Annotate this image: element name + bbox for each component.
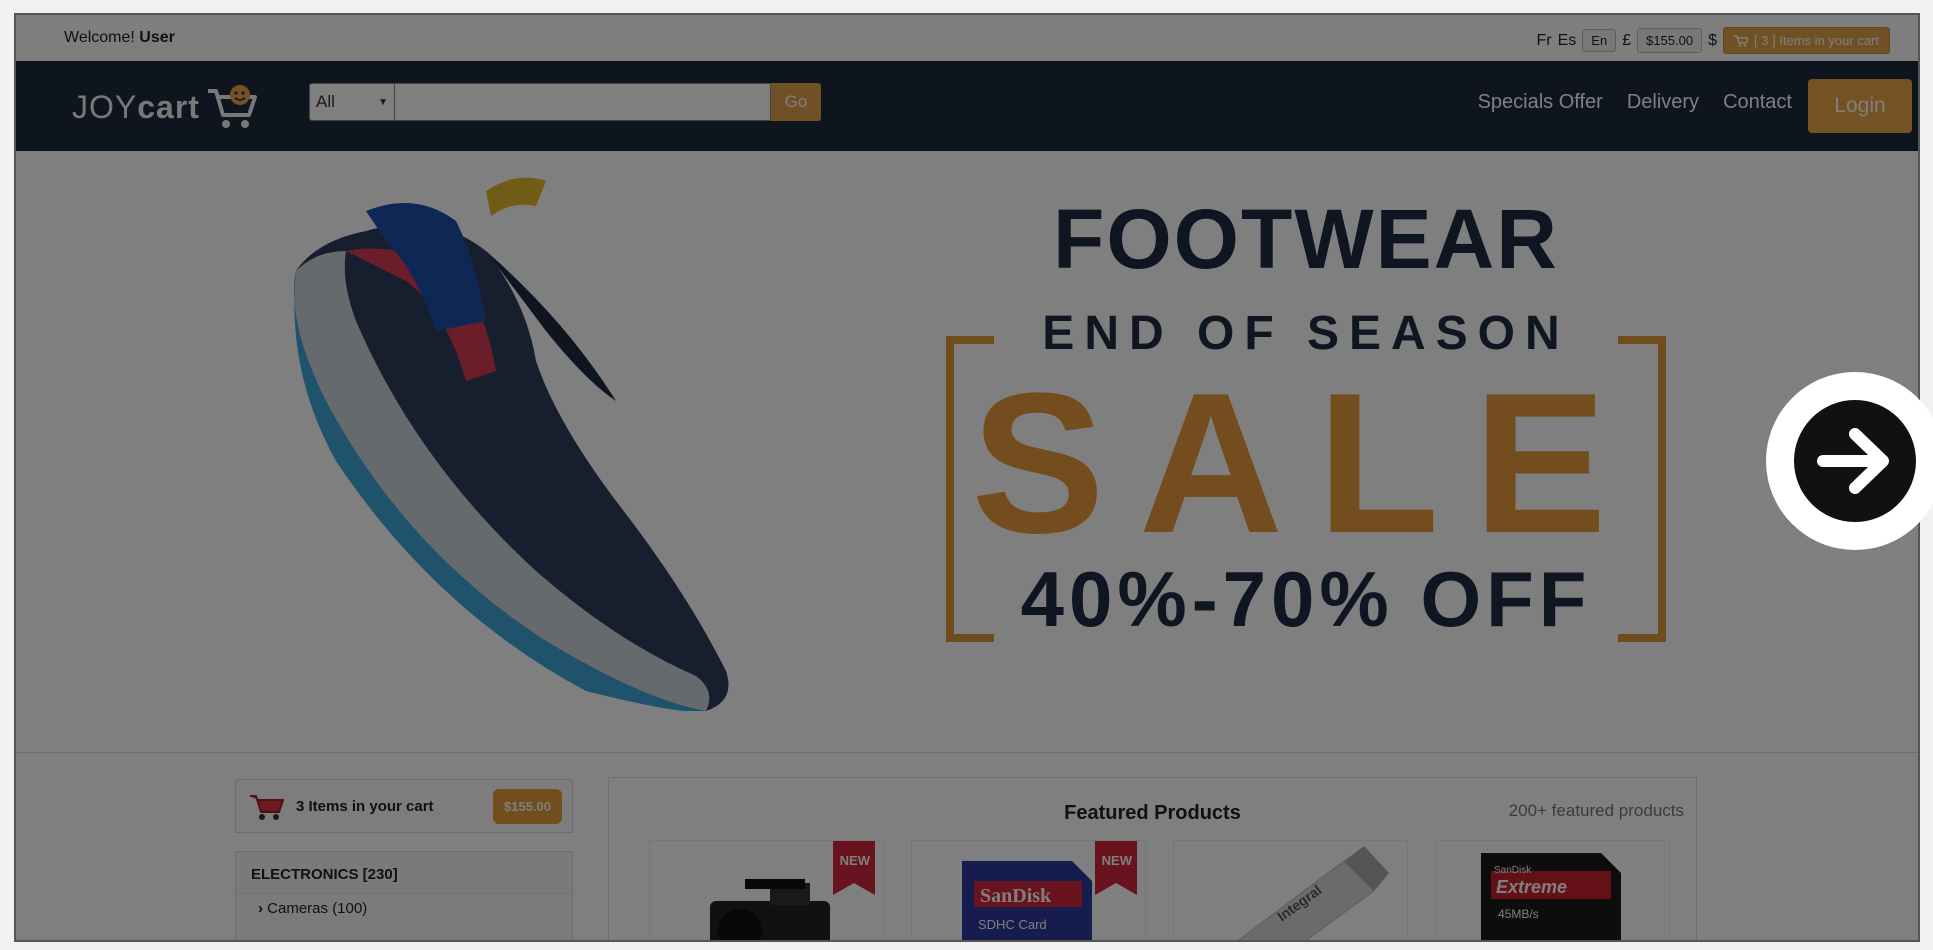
next-slide-button[interactable] (1766, 372, 1933, 550)
page-frame: Welcome! User Fr Es En £ $155.00 $ [ 3 ]… (14, 13, 1920, 942)
dim-overlay (16, 15, 1918, 940)
next-slide-inner (1794, 400, 1916, 522)
arrow-right-icon (1817, 428, 1889, 494)
